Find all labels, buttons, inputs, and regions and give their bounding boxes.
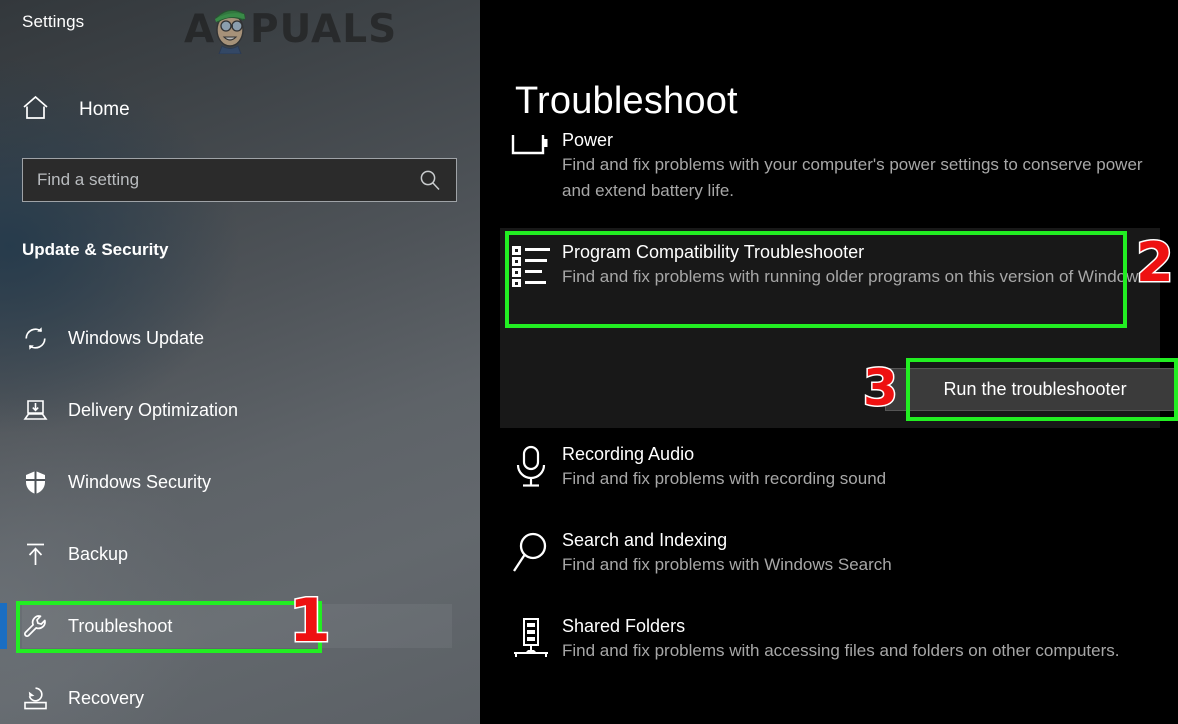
troubleshooter-description: Find and fix problems with recording sou… [562, 469, 887, 488]
sidebar-item-backup[interactable]: Backup [22, 532, 452, 576]
home-label: Home [79, 99, 130, 120]
network-server-icon [500, 614, 562, 664]
troubleshooter-row-recording-audio[interactable]: Recording Audio Find and fix problems wi… [500, 442, 1160, 492]
troubleshooter-name: Recording Audio [562, 444, 695, 464]
sidebar-item-windows-security[interactable]: Windows Security [22, 460, 452, 504]
troubleshooter-description: Find and fix problems with your computer… [562, 155, 1143, 200]
sidebar-item-troubleshoot[interactable]: Troubleshoot [22, 604, 452, 648]
troubleshooter-description: Find and fix problems with Windows Searc… [562, 555, 892, 574]
troubleshooter-description: Find and fix problems with accessing fil… [562, 641, 1120, 660]
svg-text:A: A [184, 7, 215, 52]
sidebar: Settings A PUALS Home Find a setting Upd… [0, 0, 480, 724]
troubleshooter-row-power[interactable]: Power Find and fix problems with your co… [500, 128, 1160, 204]
sidebar-item-windows-update[interactable]: Windows Update [22, 316, 452, 360]
appuals-watermark-logo: A PUALS [184, 7, 397, 54]
sidebar-item-home[interactable]: Home [22, 92, 130, 128]
svg-text:PUALS: PUALS [250, 7, 397, 52]
sync-icon [22, 325, 56, 352]
main-content: Power Find and fix problems with your co… [480, 0, 1178, 724]
search-icon[interactable] [419, 169, 441, 191]
sidebar-item-recovery[interactable]: Recovery [22, 676, 452, 720]
troubleshooter-name: Search and Indexing [562, 530, 728, 550]
sidebar-item-label: Windows Update [68, 327, 205, 348]
troubleshooter-description: Find and fix problems with running older… [562, 267, 1152, 286]
upload-arrow-icon [22, 541, 56, 568]
troubleshooter-row-search-indexing[interactable]: Search and Indexing Find and fix problem… [500, 528, 1160, 578]
troubleshooter-name: Program Compatibility Troubleshooter [562, 242, 865, 262]
battery-icon [500, 128, 562, 204]
selection-accent-bar [0, 603, 7, 649]
wrench-icon [22, 613, 56, 640]
bulleted-list-icon [500, 240, 562, 290]
settings-window: Settings A PUALS Home Find a setting Upd… [0, 0, 1178, 724]
sidebar-item-label: Recovery [68, 687, 145, 708]
delivery-optimization-icon [22, 397, 56, 424]
sidebar-item-label: Backup [68, 543, 129, 564]
magnifier-icon [500, 528, 562, 578]
search-placeholder: Find a setting [37, 170, 140, 189]
sidebar-item-label: Troubleshoot [68, 615, 173, 636]
troubleshooter-name: Shared Folders [562, 616, 686, 636]
app-title: Settings [22, 12, 85, 31]
sidebar-item-label: Delivery Optimization [68, 399, 239, 420]
home-icon [22, 95, 49, 125]
troubleshooter-row-shared-folders[interactable]: Shared Folders Find and fix problems wit… [500, 614, 1160, 664]
microphone-icon [500, 442, 562, 492]
page-title: Troubleshoot [515, 80, 738, 122]
sidebar-section-header: Update & Security [22, 240, 169, 259]
troubleshooter-name: Power [562, 130, 614, 150]
recovery-icon [22, 685, 56, 712]
shield-icon [22, 469, 56, 496]
search-input[interactable]: Find a setting [22, 158, 457, 202]
sidebar-item-delivery-optimization[interactable]: Delivery Optimization [22, 388, 452, 432]
troubleshooter-row-program-compatibility[interactable]: Program Compatibility Troubleshooter Fin… [500, 240, 1160, 290]
sidebar-item-label: Windows Security [68, 471, 212, 492]
run-troubleshooter-button[interactable]: Run the troubleshooter [885, 368, 1178, 411]
